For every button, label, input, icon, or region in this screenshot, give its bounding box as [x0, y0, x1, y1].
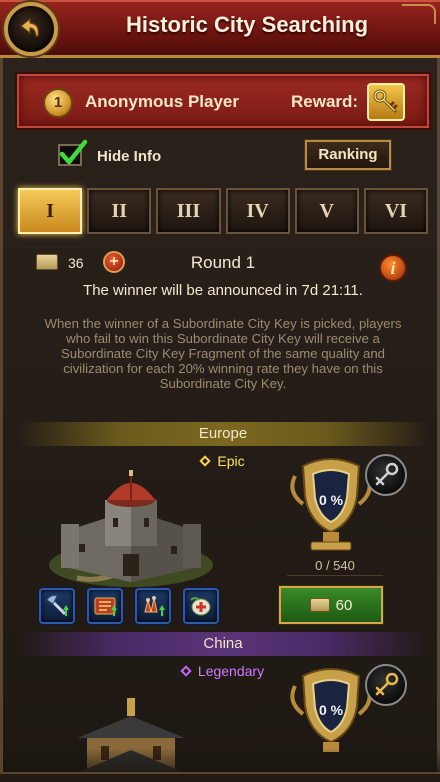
- tab-round-5[interactable]: V: [294, 188, 359, 234]
- quality-text: Epic: [217, 453, 245, 469]
- rules-description: When the winner of a Subordinate City Ke…: [44, 316, 402, 391]
- item-slot[interactable]: [183, 588, 219, 624]
- diamond-icon: [180, 665, 192, 677]
- win-rate-value: 0 %: [318, 702, 344, 718]
- back-button[interactable]: [4, 2, 58, 56]
- player-bar: 1 Anonymous Player Reward:: [17, 74, 429, 128]
- tab-round-1[interactable]: I: [18, 188, 83, 234]
- quality-text: Legendary: [197, 663, 265, 679]
- player-name: Anonymous Player: [85, 92, 239, 111]
- treasure-map-icon: [309, 598, 330, 612]
- item-slot[interactable]: [39, 588, 75, 624]
- reward-label: Reward:: [291, 92, 359, 111]
- checkmark-icon: [59, 139, 88, 165]
- header-bar: Historic City Searching: [0, 0, 440, 58]
- golden-key-icon: [373, 89, 398, 113]
- castle-illustration[interactable]: [47, 470, 215, 588]
- round-tabs: I II III IV V VI: [18, 188, 429, 234]
- axe-upgrade-icon: [46, 595, 69, 616]
- tab-round-3[interactable]: III: [156, 188, 221, 234]
- region-label: Europe: [17, 422, 429, 446]
- main-panel: 1 Anonymous Player Reward: Hide Info Ran…: [0, 58, 440, 782]
- info-button[interactable]: i: [379, 254, 407, 282]
- region-label: China: [17, 632, 429, 656]
- troop-boost-icon: [144, 596, 165, 616]
- rank-medal-icon: 1: [43, 88, 73, 118]
- golden-key-icon: [375, 672, 399, 696]
- corner-ornament: [402, 4, 436, 24]
- page-title: Historic City Searching: [125, 12, 369, 37]
- bottom-border: [0, 772, 440, 782]
- reward-item-button[interactable]: [367, 83, 405, 121]
- book-scroll-icon: [94, 597, 117, 616]
- golden-key-reward-button[interactable]: [365, 664, 407, 706]
- item-slot[interactable]: [87, 588, 123, 624]
- hide-info-label: Hide Info: [97, 148, 162, 165]
- healing-cross-icon: [190, 597, 211, 616]
- key-progress: 0 / 540: [287, 558, 383, 576]
- round-title: Round 1: [190, 253, 256, 272]
- ranking-button[interactable]: Ranking: [305, 140, 391, 170]
- tab-round-2[interactable]: II: [87, 188, 152, 234]
- back-arrow-icon: [20, 17, 39, 37]
- city-card-europe: Europe Epic 0 % 0 / 540 60: [17, 422, 429, 632]
- bid-cost: 60: [335, 596, 353, 614]
- silver-key-icon: [375, 462, 399, 486]
- bid-button[interactable]: 60: [279, 586, 383, 624]
- win-rate-value: 0 %: [318, 492, 344, 508]
- item-slot[interactable]: [135, 588, 171, 624]
- announcement-text: The winner will be announced in 7d 21:11…: [83, 282, 363, 299]
- tab-round-6[interactable]: VI: [363, 188, 429, 234]
- diamond-icon: [199, 455, 212, 467]
- tab-round-4[interactable]: IV: [225, 188, 290, 234]
- hide-info-checkbox[interactable]: [58, 139, 88, 166]
- silver-key-reward-button[interactable]: [365, 454, 407, 496]
